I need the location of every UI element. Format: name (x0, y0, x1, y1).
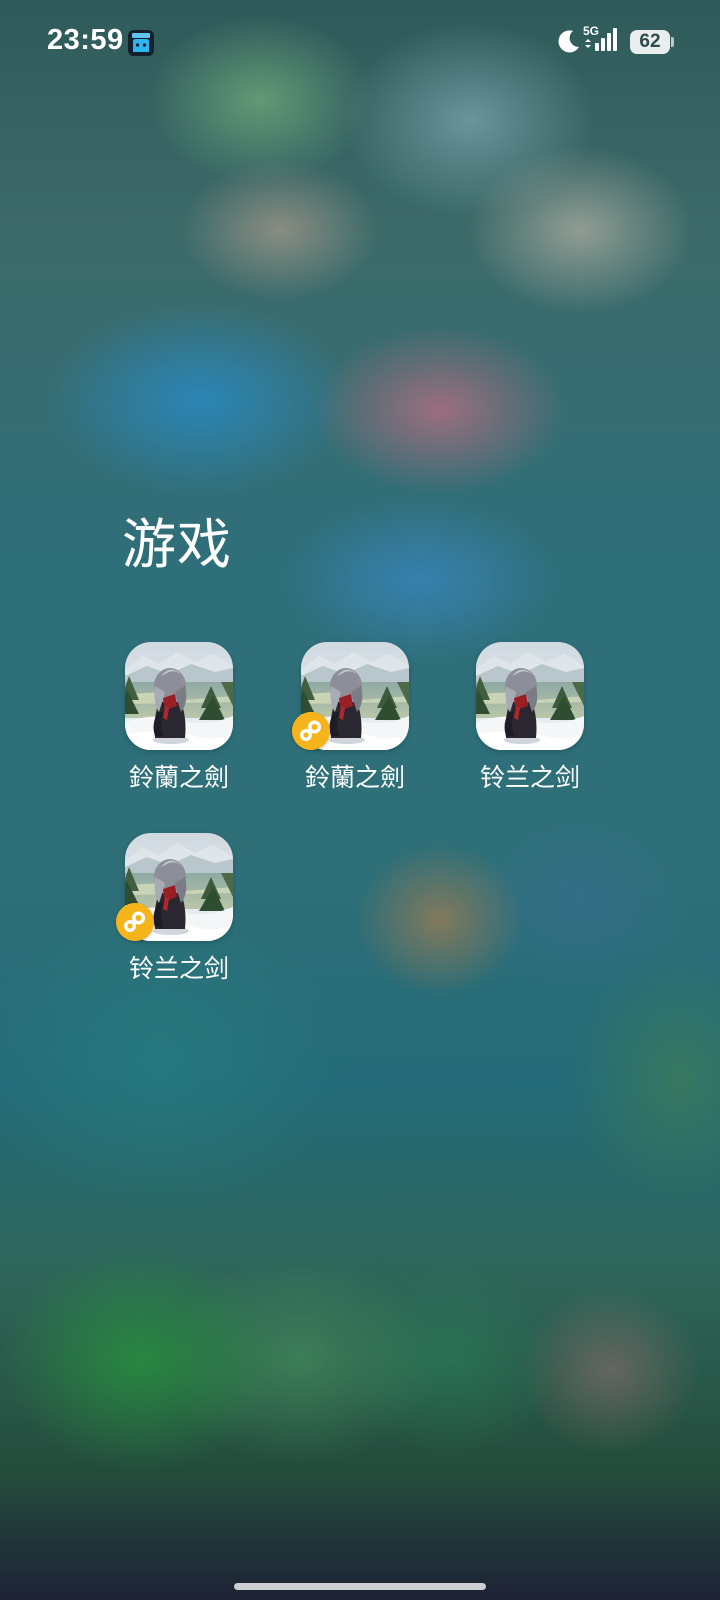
home-screen: 23:59 5G 62 游戏 鈴蘭之劍 鈴蘭之劍 铃兰之剑 铃兰之剑 (0, 0, 720, 1600)
app-label: 铃兰之剑 (128, 954, 229, 983)
app-label: 鈴蘭之劍 (304, 763, 405, 792)
app-sword-of-convallaria-2[interactable]: 鈴蘭之劍 (280, 642, 430, 812)
sword-of-convallaria-icon[interactable] (125, 642, 233, 750)
moon-icon (556, 28, 582, 54)
battery-cap (671, 37, 674, 47)
app-sword-of-convallaria-1[interactable]: 鈴蘭之劍 (104, 642, 254, 812)
folder-title[interactable]: 游戏 (122, 500, 232, 579)
battery-icon: 62 (630, 30, 670, 54)
battery-level: 62 (639, 31, 661, 52)
app-sword-of-convallaria-3[interactable]: 铃兰之剑 (455, 642, 605, 812)
app-sword-of-convallaria-4[interactable]: 铃兰之剑 (104, 833, 254, 1003)
bilibili-icon (128, 30, 154, 56)
app-label: 铃兰之剑 (479, 763, 580, 792)
status-time: 23:59 (47, 24, 124, 56)
home-indicator[interactable] (234, 1583, 486, 1590)
app-label: 鈴蘭之劍 (128, 763, 229, 792)
status-bar: 23:59 5G 62 (0, 0, 720, 84)
app-clone-badge-icon (116, 903, 154, 941)
sword-of-convallaria-icon[interactable] (476, 642, 584, 750)
cellular-signal-icon: 5G (582, 24, 622, 56)
app-clone-badge-icon (292, 712, 330, 750)
